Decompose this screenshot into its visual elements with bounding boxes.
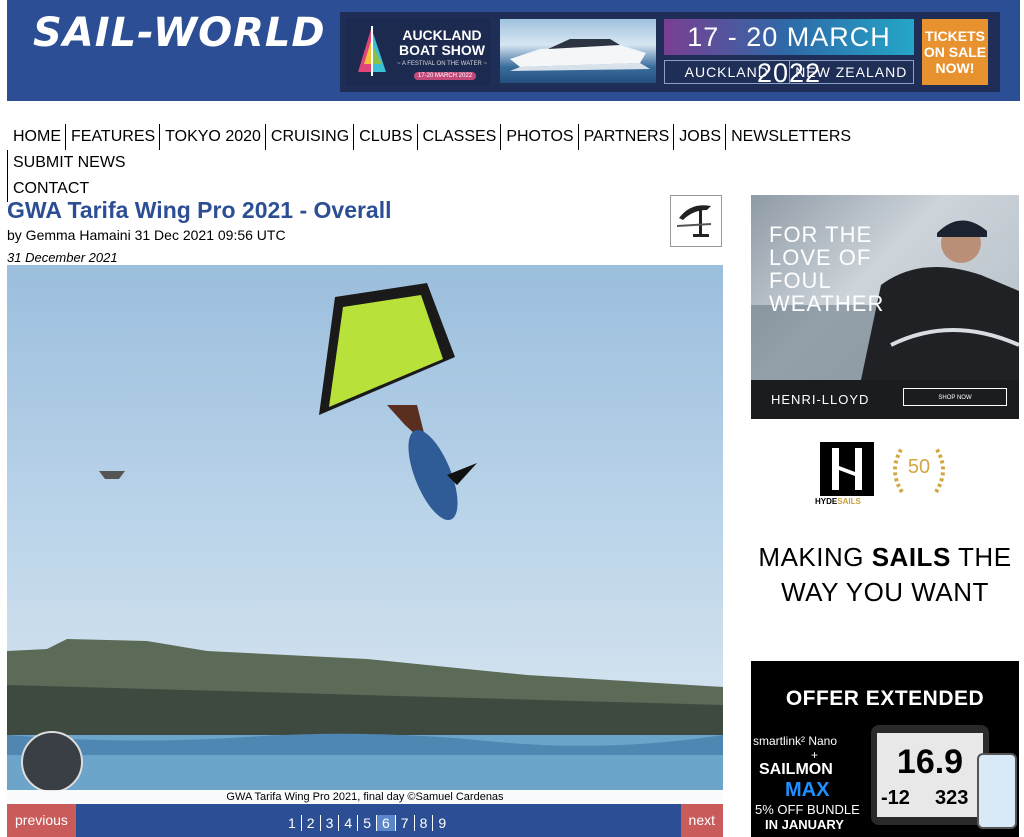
nav-newsletters[interactable]: NEWSLETTERS [725, 124, 855, 150]
boat-show-banner-ad[interactable]: AUCKLAND BOAT SHOW ~ A FESTIVAL ON THE W… [340, 12, 1000, 92]
slogan-the: THE [950, 542, 1012, 572]
nav-submit-news[interactable]: SUBMIT NEWS [7, 150, 130, 176]
henri-lloyd-ad[interactable]: FOR THE LOVE OF FOUL WEATHER HENRI-LLOYD… [751, 195, 1019, 419]
motor-yacht-image [500, 19, 656, 83]
nav-clubs[interactable]: CLUBS [353, 124, 416, 150]
ad2-slogan: MAKING SAILS THE WAY YOU WANT [751, 540, 1019, 610]
sailmon-brand: SAILMON [759, 761, 833, 778]
tickets-cta[interactable]: TICKETS ON SALE NOW! [922, 19, 988, 85]
page-link-2[interactable]: 2 [302, 815, 321, 831]
hyde-sails-logo-icon [820, 442, 874, 496]
offer-period: IN JANUARY [765, 817, 844, 832]
nav-photos[interactable]: PHOTOS [500, 124, 577, 150]
site-header: SAIL-WORLD AUCKLAND BOAT SHOW ~ A FESTIV… [7, 0, 1020, 101]
slogan-making: MAKING [758, 542, 872, 572]
hyde-label-suffix: SAILS [837, 497, 861, 506]
boat-show-title: AUCKLAND BOAT SHOW [396, 28, 488, 58]
page-link-9[interactable]: 9 [433, 815, 451, 831]
page-link-1[interactable]: 1 [283, 815, 302, 831]
article-photo[interactable]: GWA Tarifa Wing Pro 2021, final day ©Sam… [7, 265, 723, 804]
page-link-5[interactable]: 5 [358, 815, 377, 831]
ad2-slogan-line1: MAKING SAILS THE [751, 540, 1019, 575]
nav-partners[interactable]: PARTNERS [577, 124, 674, 150]
smartlink-label: smartlink² Nano + [753, 734, 837, 762]
device-right-value: 323 [935, 787, 969, 809]
device-left-value: -12 [881, 787, 910, 809]
nav-home[interactable]: HOME [7, 124, 65, 150]
page-link-4[interactable]: 4 [339, 815, 359, 831]
article-byline: by Gemma Hamaini 31 Dec 2021 09:56 UTC [7, 227, 286, 243]
smartlink-product: smartlink² Nano [753, 734, 838, 748]
sailmon-ad[interactable]: OFFER EXTENDED smartlink² Nano + SAILMON … [751, 661, 1019, 837]
hyde-label-prefix: HYDE [815, 497, 838, 506]
sailmon-device-image: 16.9 -12 323 [871, 725, 989, 825]
ad2-slogan-line2: WAY YOU WANT [781, 577, 989, 607]
nav-cruising[interactable]: CRUISING [264, 124, 353, 150]
site-logo[interactable]: SAIL-WORLD [33, 10, 326, 56]
boat-show-line1: AUCKLAND [402, 27, 482, 43]
device-screen: 16.9 -12 323 [877, 733, 983, 817]
article-date: 31 December 2021 [7, 250, 118, 265]
slogan-sails: SAILS [871, 542, 951, 572]
photo-pager: previous 123456789 next [7, 804, 723, 837]
anniversary-wreath-icon: 50 [884, 440, 954, 500]
page-list: 123456789 [283, 815, 451, 831]
page-link-7[interactable]: 7 [396, 815, 415, 831]
hyde-sails-label: HYDESAILS [815, 497, 861, 506]
hyde-sails-ad[interactable]: HYDESAILS 50 MAKING SAILS THE WAY YOU WA… [751, 430, 1019, 630]
ad1-headline: FOR THE LOVE OF FOUL WEATHER [769, 222, 885, 316]
article-title[interactable]: GWA Tarifa Wing Pro 2021 - Overall [7, 197, 392, 224]
page-link-6-current[interactable]: 6 [376, 815, 396, 831]
page-link-3[interactable]: 3 [321, 815, 340, 831]
next-button[interactable]: next [680, 804, 723, 837]
event-country: NEW ZEALAND [795, 64, 908, 80]
photo-caption: GWA Tarifa Wing Pro 2021, final day ©Sam… [7, 790, 723, 804]
plus-sign: + [811, 748, 819, 762]
nav-features[interactable]: FEATURES [65, 124, 159, 150]
anniversary-number: 50 [907, 456, 931, 478]
ad1-brand: HENRI-LLOYD [771, 392, 870, 407]
boat-show-line2: BOAT SHOW [398, 42, 486, 58]
phone-app-image [977, 753, 1017, 829]
bundle-offer: 5% OFF BUNDLE [755, 802, 860, 817]
wingfoil-icon[interactable] [670, 195, 722, 247]
nav-tokyo-2020[interactable]: TOKYO 2020 [159, 124, 265, 150]
device-speed: 16.9 [896, 743, 964, 781]
boat-show-logo: AUCKLAND BOAT SHOW ~ A FESTIVAL ON THE W… [346, 18, 491, 86]
nav-jobs[interactable]: JOBS [673, 124, 725, 150]
sailmon-max: MAX [785, 779, 830, 801]
shop-now-button[interactable]: SHOP NOW [903, 388, 1007, 406]
event-city: AUCKLAND [684, 64, 769, 80]
ad3-headline: OFFER EXTENDED [785, 687, 985, 710]
event-location: AUCKLAND NEW ZEALAND [664, 60, 914, 84]
previous-button[interactable]: previous [7, 804, 76, 837]
sail-icon [358, 26, 386, 76]
boat-show-tagline: ~ A FESTIVAL ON THE WATER ~ [397, 61, 487, 67]
nav-classes[interactable]: CLASSES [416, 124, 501, 150]
page-link-8[interactable]: 8 [415, 815, 434, 831]
gwa-logo [21, 731, 83, 793]
main-nav: HOME FEATURES TOKYO 2020 CRUISING CLUBS CLASS… [7, 124, 977, 202]
ad1-footer: HENRI-LLOYD SHOP NOW [751, 380, 1019, 419]
boat-show-date-pill: 17-20 MARCH 2022 [414, 72, 477, 80]
event-dates: 17 - 20 MARCH 2022 [664, 19, 914, 88]
